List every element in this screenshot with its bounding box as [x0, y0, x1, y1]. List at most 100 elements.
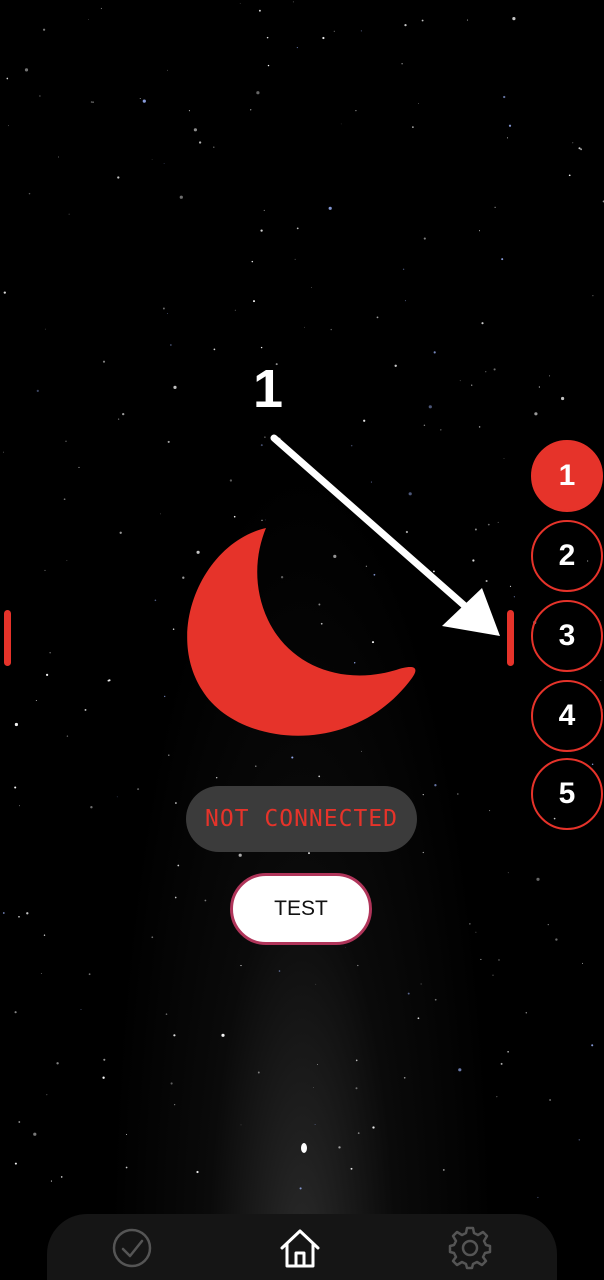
star: [119, 531, 122, 534]
star: [475, 931, 477, 933]
star: [534, 412, 538, 416]
star: [509, 585, 512, 587]
step-5-button[interactable]: 5: [531, 758, 603, 830]
star: [198, 141, 202, 144]
star: [267, 64, 270, 67]
star: [102, 360, 106, 363]
star: [88, 973, 91, 976]
star: [578, 147, 581, 150]
star: [78, 466, 80, 468]
test-button[interactable]: TEST: [230, 873, 372, 945]
star: [296, 47, 298, 49]
star: [125, 1166, 128, 1169]
star: [163, 163, 165, 164]
star: [68, 213, 70, 215]
star: [39, 95, 41, 97]
step-2-button[interactable]: 2: [531, 520, 603, 592]
star: [420, 983, 422, 985]
star: [407, 992, 410, 995]
star: [168, 754, 170, 756]
step-4-button[interactable]: 4: [531, 680, 603, 752]
star: [503, 95, 506, 99]
star: [549, 375, 551, 377]
star: [263, 209, 265, 211]
connection-status-badge: NOT CONNECTED: [186, 786, 417, 852]
star: [485, 371, 487, 373]
star: [14, 786, 17, 789]
star: [578, 1139, 581, 1141]
star: [582, 962, 583, 964]
star: [478, 426, 481, 428]
star: [255, 765, 257, 767]
star: [84, 708, 87, 711]
left-edge-indicator: [4, 610, 11, 666]
star: [355, 1087, 358, 1090]
star: [330, 328, 332, 331]
home-icon[interactable]: [278, 1226, 322, 1270]
star: [172, 628, 175, 630]
star: [294, 258, 296, 260]
star: [513, 596, 515, 598]
star: [117, 418, 120, 420]
star: [328, 206, 332, 210]
star: [500, 1062, 503, 1065]
star: [260, 346, 263, 349]
star: [549, 1099, 552, 1101]
star: [537, 1196, 539, 1199]
star: [591, 1044, 594, 1047]
star: [315, 983, 317, 985]
star: [258, 9, 261, 12]
star: [507, 872, 509, 874]
star: [355, 1059, 358, 1062]
star: [506, 137, 509, 139]
star: [250, 109, 252, 111]
star: [333, 30, 335, 32]
star: [100, 7, 102, 10]
star: [26, 912, 29, 915]
star: [151, 159, 153, 160]
star: [18, 916, 20, 918]
star: [90, 806, 93, 809]
star: [2, 912, 5, 914]
star: [456, 793, 459, 795]
step-1-button[interactable]: 1: [531, 440, 603, 512]
star: [253, 300, 255, 303]
star: [188, 110, 190, 112]
bright-star: [301, 1143, 307, 1153]
star: [496, 1096, 498, 1098]
star: [167, 440, 170, 443]
star: [18, 1121, 21, 1123]
step-3-button[interactable]: 3: [531, 600, 603, 672]
star: [292, 1, 294, 3]
star: [215, 776, 218, 779]
star: [117, 176, 120, 179]
star: [363, 419, 366, 422]
star: [56, 1062, 59, 1065]
star: [466, 19, 469, 21]
star: [3, 291, 6, 294]
star: [316, 1064, 318, 1066]
star: [404, 300, 406, 302]
star: [213, 146, 215, 148]
star: [257, 1071, 260, 1074]
star: [418, 103, 419, 104]
star: [174, 896, 177, 899]
star: [238, 853, 242, 857]
star: [423, 237, 426, 240]
star: [372, 1126, 375, 1129]
star: [471, 384, 473, 386]
star: [40, 973, 42, 974]
star: [24, 68, 29, 72]
star: [167, 69, 169, 71]
star: [102, 1076, 105, 1079]
star: [173, 1034, 176, 1037]
star: [90, 101, 93, 103]
star: [357, 1132, 360, 1134]
star: [308, 852, 310, 855]
star: [229, 479, 233, 482]
star: [164, 695, 166, 698]
star: [340, 123, 342, 125]
settings-gear-icon[interactable]: [448, 1226, 492, 1270]
check-circle-icon[interactable]: [110, 1226, 154, 1270]
star: [122, 412, 125, 416]
